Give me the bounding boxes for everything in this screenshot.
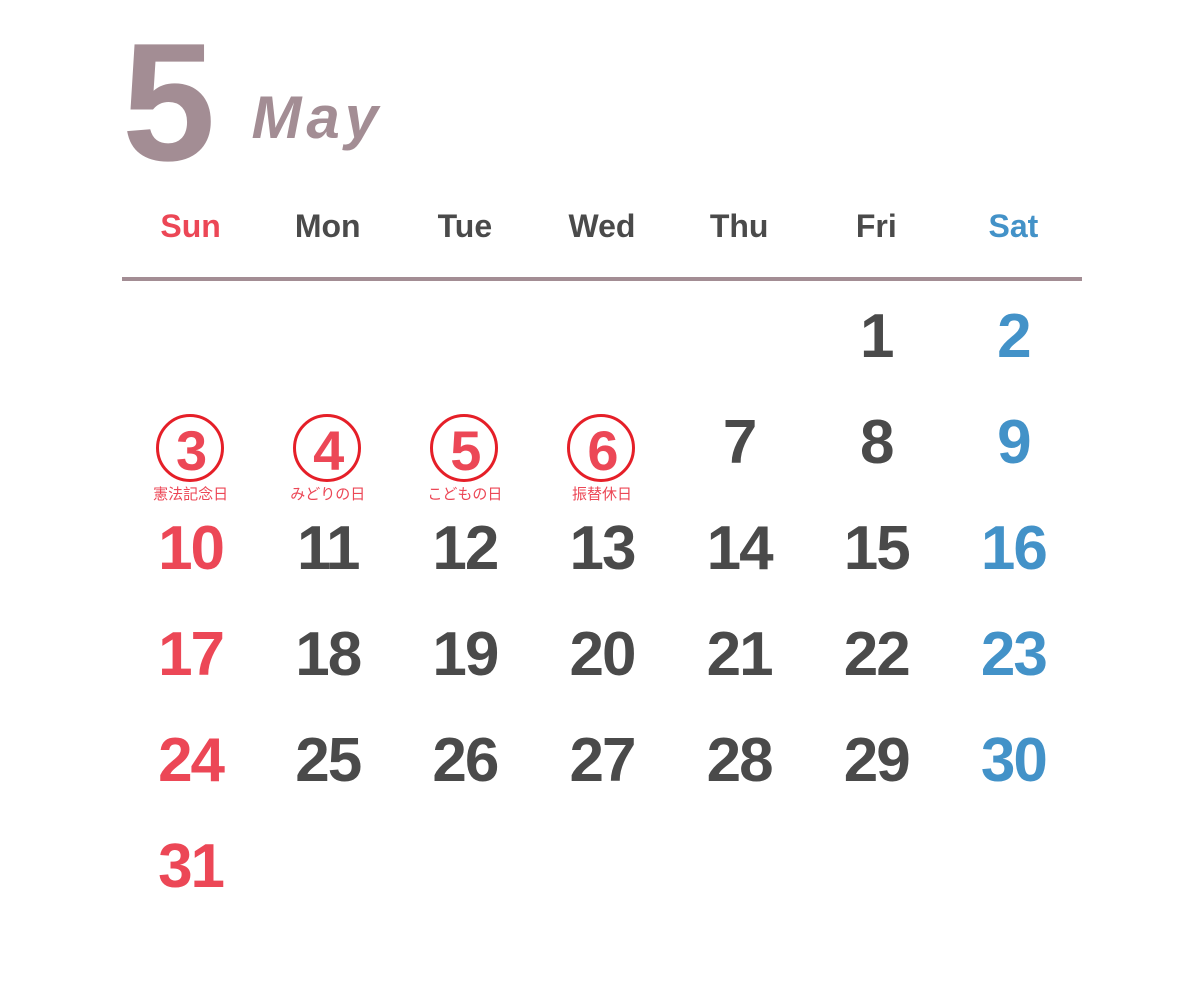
date-grid: 1 2 3 憲法記念日 4 みどりの日 5 こどもの日 6 振替休日 7 8 9 10 11 12 13 14 15… bbox=[122, 300, 1082, 936]
day-number: 12 bbox=[432, 514, 499, 583]
day-cell[interactable]: 3 憲法記念日 bbox=[122, 406, 259, 512]
holiday-circle-icon: 3 bbox=[152, 412, 230, 490]
day-number: 8 bbox=[860, 408, 895, 477]
day-number: 9 bbox=[997, 408, 1032, 477]
day-cell[interactable]: 24 bbox=[122, 724, 259, 830]
day-cell[interactable]: 26 bbox=[396, 724, 533, 830]
day-cell[interactable]: 5 こどもの日 bbox=[396, 406, 533, 512]
day-number: 7 bbox=[722, 408, 758, 477]
day-cell[interactable]: 4 みどりの日 bbox=[259, 406, 396, 512]
day-cell[interactable]: 22 bbox=[808, 618, 945, 724]
day-cell[interactable]: 7 bbox=[671, 406, 808, 512]
day-cell[interactable]: 21 bbox=[671, 618, 808, 724]
day-cell[interactable]: 30 bbox=[945, 724, 1082, 830]
day-number: 24 bbox=[158, 726, 225, 795]
day-number: 6 bbox=[587, 419, 618, 482]
day-cell[interactable]: 1 bbox=[808, 300, 945, 406]
day-number: 5 bbox=[450, 419, 481, 482]
day-number: 26 bbox=[432, 726, 499, 795]
day-number: 29 bbox=[843, 726, 911, 795]
day-cell[interactable]: 18 bbox=[259, 618, 396, 724]
day-number: 10 bbox=[158, 514, 225, 583]
day-cell[interactable]: 15 bbox=[808, 512, 945, 618]
weekday-header-row: Sun Mon Tue Wed Thu Fri Sat bbox=[122, 208, 1082, 245]
day-cell[interactable]: 27 bbox=[533, 724, 670, 830]
holiday-circle-icon: 6 bbox=[563, 412, 641, 490]
weekday-header-fri: Fri bbox=[855, 208, 897, 244]
day-number: 2 bbox=[997, 302, 1032, 371]
day-number: 17 bbox=[158, 620, 225, 689]
day-number: 31 bbox=[158, 832, 225, 901]
day-cell[interactable]: 11 bbox=[259, 512, 396, 618]
day-number: 1 bbox=[860, 302, 895, 371]
calendar-header: 5 May bbox=[122, 18, 383, 188]
day-cell[interactable]: 10 bbox=[122, 512, 259, 618]
day-number: 28 bbox=[706, 726, 774, 795]
day-number: 23 bbox=[980, 620, 1048, 689]
weekday-header-tue: Tue bbox=[437, 208, 493, 244]
weekday-header-mon: Mon bbox=[294, 208, 361, 244]
day-cell[interactable]: 14 bbox=[671, 512, 808, 618]
day-number: 30 bbox=[980, 726, 1048, 795]
weekday-header-wed: Wed bbox=[568, 208, 636, 244]
weekday-header-sat: Sat bbox=[988, 208, 1039, 244]
weekday-header-sun: Sun bbox=[160, 208, 221, 244]
day-number: 22 bbox=[843, 620, 911, 689]
day-cell[interactable]: 2 bbox=[945, 300, 1082, 406]
day-cell[interactable]: 28 bbox=[671, 724, 808, 830]
day-number: 15 bbox=[843, 514, 911, 583]
day-number: 21 bbox=[706, 620, 774, 689]
day-number: 25 bbox=[295, 726, 362, 795]
day-number: 18 bbox=[295, 620, 362, 689]
weekday-header-thu: Thu bbox=[709, 208, 769, 244]
day-cell[interactable]: 31 bbox=[122, 830, 259, 936]
day-cell[interactable]: 23 bbox=[945, 618, 1082, 724]
day-cell[interactable]: 16 bbox=[945, 512, 1082, 618]
day-cell[interactable]: 19 bbox=[396, 618, 533, 724]
day-cell[interactable]: 9 bbox=[945, 406, 1082, 512]
day-number: 19 bbox=[432, 620, 499, 689]
month-name: May bbox=[251, 84, 384, 151]
day-cell[interactable]: 13 bbox=[533, 512, 670, 618]
day-number: 13 bbox=[569, 514, 637, 583]
day-cell[interactable]: 12 bbox=[396, 512, 533, 618]
holiday-circle-icon: 4 bbox=[289, 412, 367, 490]
day-cell[interactable]: 17 bbox=[122, 618, 259, 724]
day-number: 3 bbox=[175, 419, 207, 482]
day-number: 11 bbox=[296, 514, 361, 583]
day-cell[interactable]: 25 bbox=[259, 724, 396, 830]
day-number: 14 bbox=[706, 514, 774, 583]
holiday-circle-icon: 5 bbox=[426, 412, 504, 490]
header-divider bbox=[122, 277, 1082, 281]
day-cell[interactable]: 8 bbox=[808, 406, 945, 512]
day-number: 4 bbox=[313, 419, 344, 482]
day-number: 27 bbox=[569, 726, 637, 795]
day-number: 20 bbox=[569, 620, 637, 689]
day-number: 16 bbox=[980, 514, 1048, 583]
calendar-page: 5 May Sun Mon Tue Wed Thu Fri Sat 1 2 3 憲法記念日 4 みどり… bbox=[0, 0, 1191, 993]
day-cell[interactable]: 29 bbox=[808, 724, 945, 830]
day-cell[interactable]: 6 振替休日 bbox=[533, 406, 670, 512]
day-cell[interactable]: 20 bbox=[533, 618, 670, 724]
month-number: 5 bbox=[122, 8, 215, 196]
